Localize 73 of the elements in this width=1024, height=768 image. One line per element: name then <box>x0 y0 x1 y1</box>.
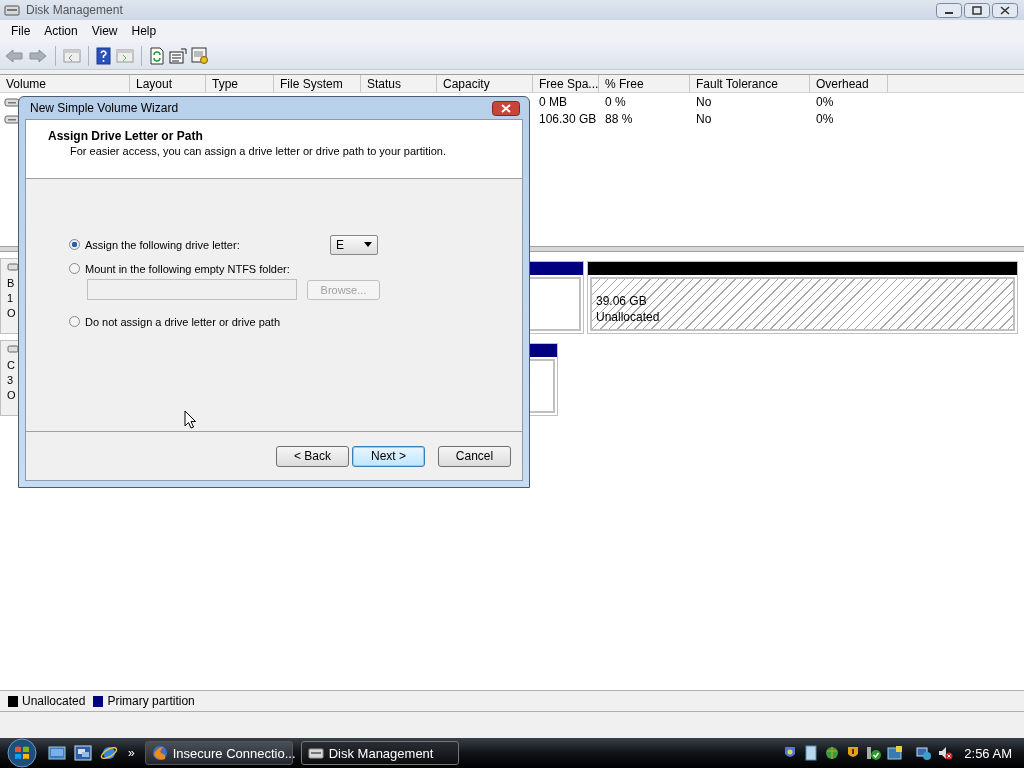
document-icon[interactable] <box>803 745 820 761</box>
window-title: Disk Management <box>26 3 124 17</box>
start-orb-icon[interactable] <box>4 738 40 768</box>
partition-size: 39.06 GB <box>596 293 648 309</box>
column-header[interactable]: Overhead <box>810 75 888 92</box>
globe-icon[interactable] <box>100 744 118 762</box>
partition[interactable]: 39.06 GB Unallocated <box>587 261 1018 334</box>
taskbar-button[interactable]: Insecure Connectio... <box>144 741 293 765</box>
table-cell: 106.30 GB <box>539 111 597 126</box>
legend-label: Unallocated <box>22 694 86 708</box>
drive-letter-dropdown[interactable]: E <box>330 234 378 255</box>
disk-info-text: O <box>7 388 17 403</box>
maximize-icon[interactable] <box>964 2 990 18</box>
column-header[interactable]: Layout <box>130 75 206 92</box>
option-label[interactable]: Do not assign a drive letter or drive path <box>85 315 281 328</box>
menu-item[interactable]: File <box>4 24 38 38</box>
menu-item[interactable]: Help <box>124 24 164 38</box>
disk-drive-icon <box>307 746 324 760</box>
column-header[interactable]: Status <box>361 75 437 92</box>
checkmark-icon[interactable] <box>866 745 883 761</box>
drive-icon <box>7 344 19 354</box>
taskbar-button[interactable]: Disk Management <box>300 741 459 765</box>
table-cell: 88 % <box>605 111 633 126</box>
close-icon[interactable] <box>992 2 1018 18</box>
column-header[interactable]: Volume <box>0 75 130 92</box>
refresh-page-icon[interactable] <box>149 46 165 65</box>
column-header[interactable]: % Free <box>599 75 690 92</box>
minimize-icon[interactable] <box>936 2 962 18</box>
properties-icon[interactable] <box>169 47 187 64</box>
drive-icon <box>4 95 20 108</box>
column-header[interactable]: Capacity <box>437 75 533 92</box>
legend-label: Primary partition <box>107 694 195 708</box>
desktop-icon[interactable] <box>48 745 66 761</box>
column-header[interactable]: File System <box>274 75 361 92</box>
column-header[interactable]: Type <box>206 75 274 92</box>
menu-item[interactable]: Action <box>37 24 85 38</box>
table-cell: No <box>696 94 712 109</box>
page-heading: Assign Drive Letter or Path <box>48 129 204 143</box>
drive-icon <box>7 262 19 272</box>
dialog-title: New Simple Volume Wizard <box>30 101 179 115</box>
table-cell: 0 MB <box>539 94 567 109</box>
radio-button[interactable] <box>69 239 80 250</box>
window-switch-icon[interactable] <box>74 745 92 761</box>
option-label[interactable]: Assign the following drive letter: <box>85 238 240 251</box>
dialog-button[interactable]: Cancel <box>438 445 511 467</box>
more-button[interactable]: » <box>128 746 135 760</box>
column-header[interactable]: Fault Tolerance <box>690 75 810 92</box>
disk-info-text: C <box>7 358 16 373</box>
table-cell: 0% <box>816 111 834 126</box>
settings-sheet-icon[interactable] <box>191 46 209 65</box>
monitor-icon[interactable] <box>887 745 904 761</box>
clock[interactable]: 2:56 AM <box>964 745 1012 761</box>
column-header[interactable]: Free Spa... <box>533 75 599 92</box>
help-icon[interactable] <box>96 46 112 65</box>
dialog-button[interactable]: < Back <box>276 445 349 467</box>
table-cell: 0 % <box>605 94 626 109</box>
page-description: For easier access, you can assign a drive letter or drive path to your partition. <box>70 145 447 157</box>
table-cell: No <box>696 111 712 126</box>
dialog-button[interactable]: Next > <box>352 445 425 467</box>
close-icon[interactable] <box>492 100 520 116</box>
disk-info-text: B <box>7 276 16 291</box>
disk-drive-icon <box>4 3 20 17</box>
disk-info-text: O <box>7 306 17 321</box>
disk-info-text: 3 <box>7 373 15 388</box>
mouse-pointer-icon <box>184 410 196 429</box>
menu-item[interactable]: View <box>84 24 125 38</box>
network-globe-icon[interactable] <box>824 745 841 761</box>
table-cell: 0% <box>816 94 834 109</box>
speaker-muted-icon[interactable] <box>937 745 954 761</box>
partition-status: Unallocated <box>596 309 661 325</box>
disk-info-text: 1 <box>7 291 15 306</box>
drive-icon <box>4 112 20 125</box>
radio-button[interactable] <box>69 316 80 327</box>
